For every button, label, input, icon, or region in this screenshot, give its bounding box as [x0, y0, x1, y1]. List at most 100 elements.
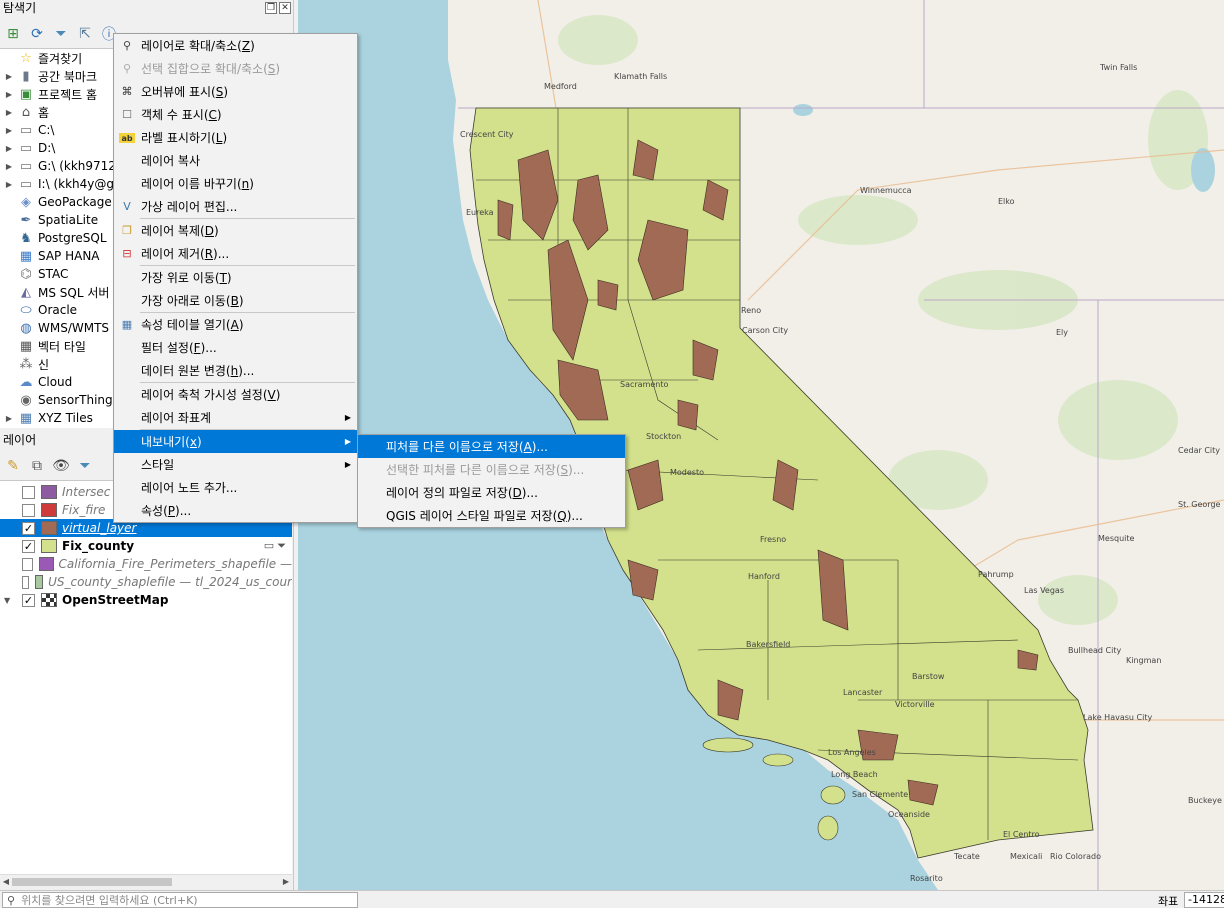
layer-visibility-checkbox[interactable]	[22, 503, 35, 517]
menu-item[interactable]: 필터 설정(F)...	[114, 336, 357, 359]
scrollbar-thumb[interactable]	[12, 878, 172, 886]
map-label: Mesquite	[1098, 534, 1135, 543]
layer-visibility-checkbox[interactable]	[22, 485, 35, 499]
menu-item[interactable]: 레이어 이름 바꾸기(n)	[114, 172, 357, 195]
menu-item-suffix: )	[250, 38, 255, 53]
scroll-right-icon[interactable]: ▶	[280, 875, 292, 889]
expand-arrow-icon[interactable]: ▶	[3, 162, 15, 171]
float-panel-button[interactable]: ❐	[265, 2, 277, 14]
menu-item[interactable]: 피처를 다른 이름으로 저장(A)...	[358, 435, 625, 458]
menu-item[interactable]: ⚲ 레이어로 확대/축소(Z)	[114, 34, 357, 57]
map-label: Pahrump	[978, 570, 1014, 579]
menu-item[interactable]: 가장 위로 이동(T)	[114, 266, 357, 289]
menu-shortcut-key: V	[267, 387, 276, 402]
menu-item[interactable]: 레이어 정의 파일로 저장(D)...	[358, 481, 625, 504]
collapse-all-icon[interactable]: ⇱	[76, 25, 94, 43]
add-group-icon[interactable]: ⧉	[28, 457, 46, 475]
menu-item[interactable]: ❐ 레이어 복제(D)	[114, 219, 357, 242]
layer-visibility-checkbox[interactable]: ✓	[22, 521, 35, 535]
style-brush-icon[interactable]: ✎	[4, 457, 22, 475]
menu-item[interactable]: 레이어 축척 가시성 설정(V)	[114, 383, 357, 406]
map-label: Los Angeles	[828, 748, 876, 757]
map-label: Bullhead City	[1068, 646, 1122, 655]
browser-item-label: WMS/WMTS	[38, 321, 110, 335]
collapse-arrow-icon[interactable]: ▼	[4, 596, 10, 605]
layer-row[interactable]: California_Fire_Perimeters_shapefile —	[0, 555, 292, 573]
menu-item[interactable]: ☐ 객체 수 표시(C)	[114, 103, 357, 126]
menu-item[interactable]: 스타일 ▶	[114, 453, 357, 476]
expand-arrow-icon[interactable]: ▶	[3, 144, 15, 153]
scroll-left-icon[interactable]: ◀	[0, 875, 12, 889]
menu-item[interactable]: 가장 아래로 이동(B)	[114, 289, 357, 312]
filter-legend-icon[interactable]: ⏷	[76, 457, 94, 475]
menu-item[interactable]: 레이어 좌표계 ▶	[114, 406, 357, 429]
menu-item[interactable]: ⌘ 오버뷰에 표시(S)	[114, 80, 357, 103]
expand-arrow-icon[interactable]: ▶	[3, 414, 15, 423]
browser-item-label: SensorThings	[38, 393, 119, 407]
layer-row[interactable]: ▼ ✓ OpenStreetMap	[0, 591, 292, 609]
layer-visibility-checkbox[interactable]: ✓	[22, 593, 35, 607]
horizontal-scrollbar[interactable]: ◀ ▶	[0, 874, 292, 888]
menu-item[interactable]: ab 라벨 표시하기(L)	[114, 126, 357, 149]
layer-row[interactable]: US_county_shaplefile — tl_2024_us_cour	[0, 573, 292, 591]
menu-item-label: 속성 테이블 열기(	[141, 318, 231, 332]
virtual-indicator-icon[interactable]: ▭	[264, 539, 274, 553]
menu-item[interactable]: 내보내기(x) ▶	[114, 430, 357, 453]
filter-icon[interactable]: ⏷	[52, 25, 70, 43]
menu-item[interactable]: ⚲ 선택 집합으로 확대/축소(S)	[114, 57, 357, 80]
browser-item-label: 프로젝트 홈	[38, 87, 98, 102]
visibility-eye-icon[interactable]: 👁	[52, 457, 70, 475]
menu-item-label: 가상 레이어 편집...	[141, 200, 238, 214]
vector-tile-icon: ▦	[19, 338, 33, 354]
menu-item[interactable]: V 가상 레이어 편집...	[114, 195, 357, 218]
layer-row[interactable]: ✓ Fix_county ▭ ⏷	[0, 537, 292, 555]
menu-item-suffix: )	[249, 176, 254, 191]
menu-item-suffix: )	[216, 107, 222, 122]
browser-item-label: SpatiaLite	[38, 213, 99, 227]
map-label: Lancaster	[843, 688, 883, 697]
add-layer-icon[interactable]: ⊞	[4, 25, 22, 43]
browser-item-label: MS SQL 서버	[38, 285, 110, 300]
menu-item[interactable]: 선택한 피처를 다른 이름으로 저장(S)...	[358, 458, 625, 481]
menu-shortcut-key: P	[167, 503, 176, 518]
menu-item[interactable]: 속성(P)...	[114, 499, 357, 522]
expand-arrow-icon[interactable]: ▶	[3, 108, 15, 117]
project-home-icon: ▣	[19, 86, 33, 102]
menu-item[interactable]: 데이터 원본 변경(h)...	[114, 359, 357, 382]
menu-item-label: QGIS 레이어 스타일 파일로 저장(	[386, 509, 558, 523]
menu-item[interactable]: QGIS 레이어 스타일 파일로 저장(Q)...	[358, 504, 625, 527]
menu-item[interactable]: ⊟ 레이어 제거(R)...	[114, 242, 357, 265]
layer-visibility-checkbox[interactable]: ✓	[22, 539, 35, 553]
browser-item-label: G:\ (kkh9712	[38, 159, 116, 173]
menu-item-suffix: )...	[200, 340, 217, 355]
menu-item[interactable]: 레이어 노트 추가...	[114, 476, 357, 499]
map-label: Bakersfield	[746, 640, 791, 649]
layer-visibility-checkbox[interactable]	[22, 557, 34, 571]
filter-indicator-icon[interactable]: ⏷	[277, 539, 286, 553]
layer-visibility-checkbox[interactable]	[22, 575, 29, 589]
expand-arrow-icon[interactable]: ▶	[3, 72, 15, 81]
expand-arrow-icon[interactable]: ▶	[3, 180, 15, 189]
expand-arrow-icon[interactable]: ▶	[3, 126, 15, 135]
menu-shortcut-key: n	[241, 176, 250, 191]
refresh-icon[interactable]: ⟳	[28, 25, 46, 43]
coordinate-field[interactable]: -14128	[1184, 892, 1224, 908]
map-label: Reno	[741, 306, 762, 315]
browser-item-label: Cloud	[38, 375, 73, 389]
map-label: Oceanside	[888, 810, 930, 819]
close-panel-button[interactable]: ✕	[279, 2, 291, 14]
layer-name: OpenStreetMap	[62, 593, 169, 607]
expand-arrow-icon[interactable]: ▶	[3, 90, 15, 99]
map-label: El Centro	[1003, 830, 1040, 839]
map-label: Tecate	[954, 852, 980, 861]
map-label: Klamath Falls	[614, 72, 668, 81]
map-label: Rio Colorado	[1050, 852, 1101, 861]
layer-symbol-swatch	[41, 521, 57, 535]
menu-item[interactable]: 레이어 복사	[114, 149, 357, 172]
menu-shortcut-key: h	[230, 363, 239, 378]
menu-item-label: 오버뷰에 표시(	[141, 85, 216, 99]
submenu-arrow-icon: ▶	[344, 437, 351, 446]
menu-item[interactable]: ▦ 속성 테이블 열기(A)	[114, 313, 357, 336]
browser-panel-title: 탐색기 ❐ ✕	[0, 0, 294, 18]
locator-search-input[interactable]: ⚲ 위치를 찾으려면 입력하세요 (Ctrl+K)	[2, 892, 358, 908]
